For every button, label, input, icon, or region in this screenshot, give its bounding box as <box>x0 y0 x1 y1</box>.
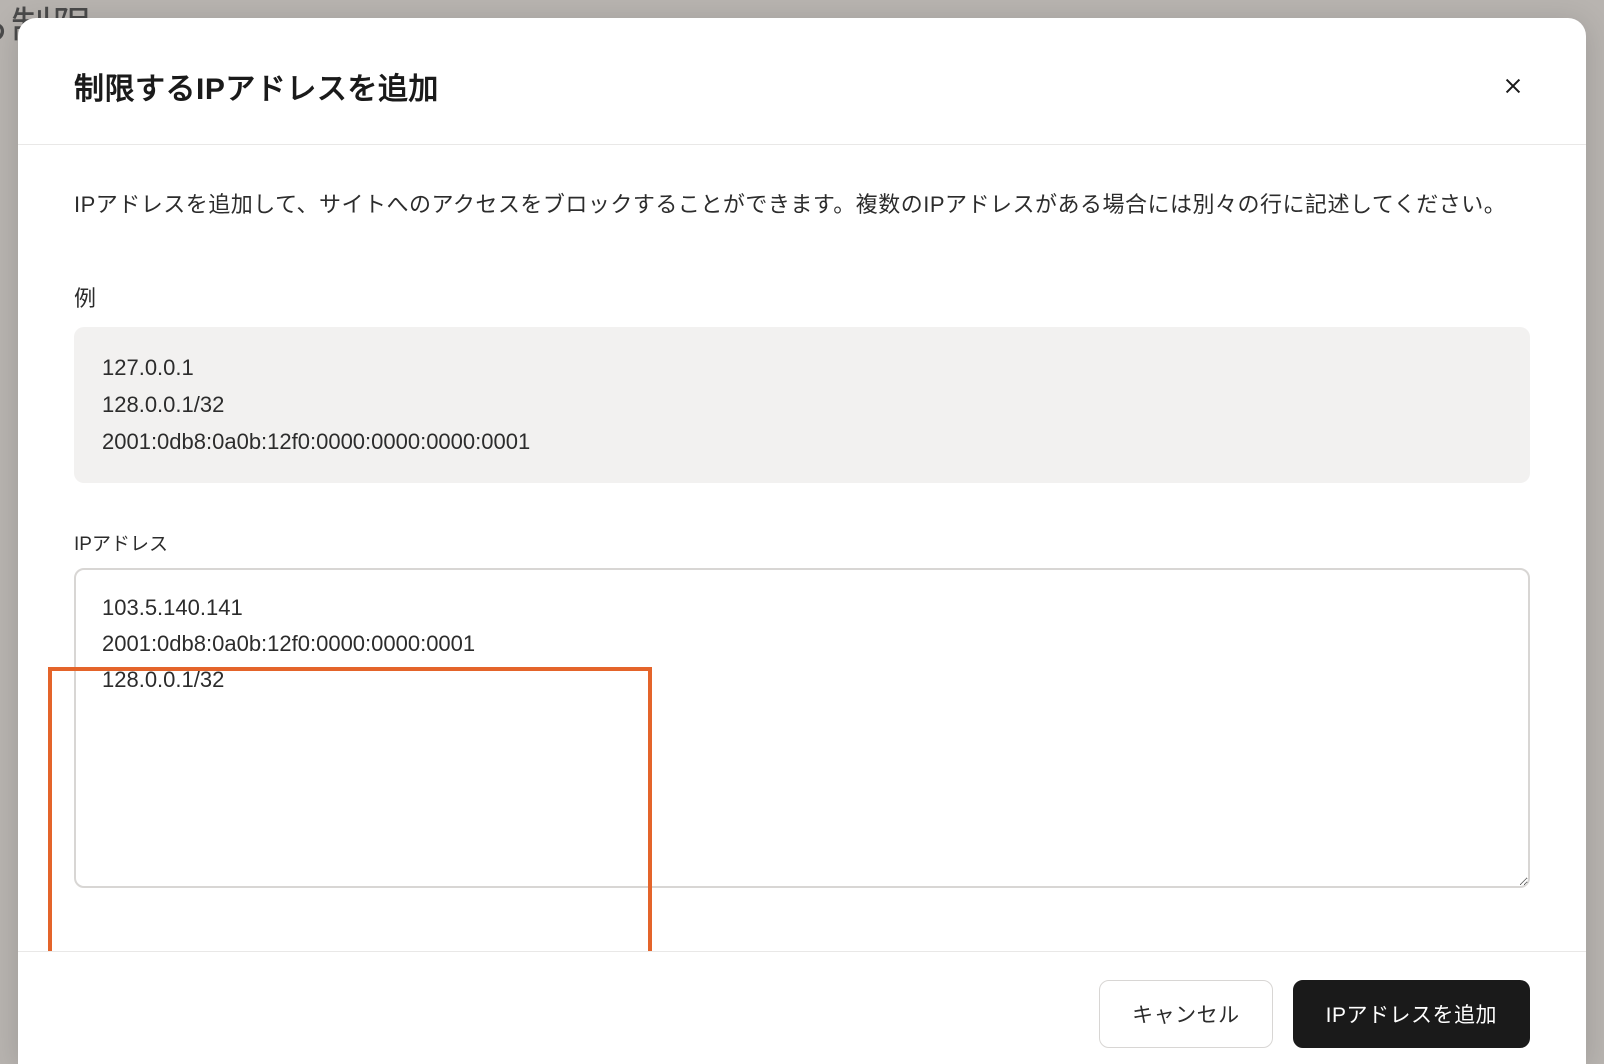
add-ip-address-button[interactable]: IPアドレスを追加 <box>1293 980 1530 1048</box>
cancel-button[interactable]: キャンセル <box>1099 980 1273 1048</box>
modal-footer: キャンセル IPアドレスを追加 <box>18 951 1586 1064</box>
example-box: 127.0.0.1 128.0.0.1/32 2001:0db8:0a0b:12… <box>74 327 1530 483</box>
example-label: 例 <box>74 281 1530 313</box>
close-button[interactable] <box>1496 69 1530 103</box>
modal-description: IPアドレスを追加して、サイトへのアクセスをブロックすることができます。複数のI… <box>74 185 1530 225</box>
modal-title: 制限するIPアドレスを追加 <box>74 64 439 108</box>
ip-address-label: IPアドレス <box>74 529 1530 556</box>
modal-header: 制限するIPアドレスを追加 <box>18 18 1586 145</box>
modal-body: IPアドレスを追加して、サイトへのアクセスをブロックすることができます。複数のI… <box>18 145 1586 951</box>
add-ip-restriction-modal: 制限するIPアドレスを追加 IPアドレスを追加して、サイトへのアクセスをブロック… <box>18 18 1586 1064</box>
ip-input-section: IPアドレス <box>74 529 1530 893</box>
close-icon <box>1502 75 1524 97</box>
ip-address-textarea[interactable] <box>74 568 1530 888</box>
